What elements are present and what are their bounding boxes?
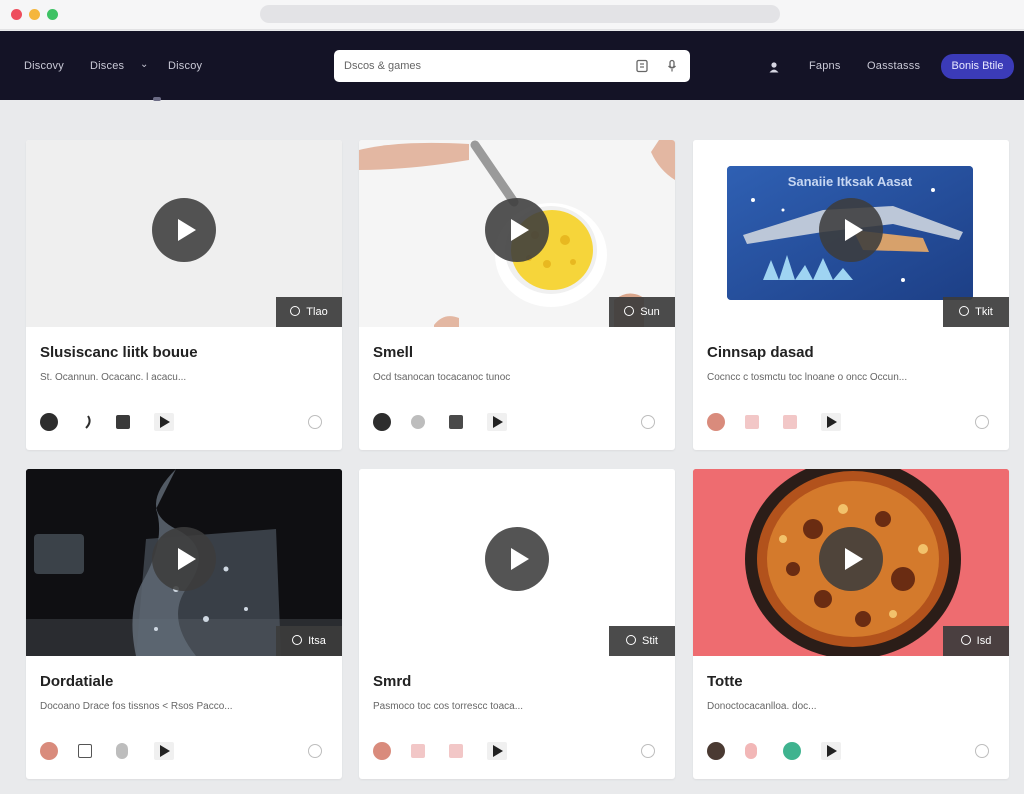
more-options-icon[interactable]	[308, 744, 322, 758]
clock-icon	[624, 306, 635, 316]
badge-label: Isd	[976, 635, 992, 647]
active-nav-indicator	[153, 97, 161, 101]
nav-link-discover[interactable]: Discovy	[24, 60, 64, 72]
nav-link-fapns[interactable]: Fapns	[809, 60, 841, 72]
avatar-icon[interactable]	[40, 742, 58, 760]
badge-label: Tkit	[975, 306, 993, 318]
card-description: Cocncc c tosmctu toc lnoane o oncc Occun…	[707, 372, 908, 383]
more-options-icon[interactable]	[975, 415, 989, 429]
clock-icon	[960, 635, 971, 645]
card-description: Donoctocacanlloa. doc...	[707, 701, 817, 712]
play-small-icon[interactable]	[487, 413, 507, 431]
stop-icon[interactable]	[116, 415, 130, 429]
card-actions	[373, 742, 663, 760]
avatar-icon[interactable]	[373, 413, 391, 431]
play-small-icon[interactable]	[487, 742, 507, 760]
caption-icon[interactable]	[411, 744, 425, 758]
cta-button[interactable]: Bonis Btile	[941, 54, 1014, 79]
subtitle-icon[interactable]	[78, 744, 92, 758]
maximize-window-dot[interactable]	[47, 9, 58, 20]
share-icon[interactable]	[783, 415, 797, 429]
play-button[interactable]	[485, 527, 549, 591]
audio-icon[interactable]	[78, 413, 96, 431]
video-card[interactable]: Stit Smrd Pasmoco toc cos torrescc toaca…	[359, 469, 675, 779]
avatar-icon[interactable]	[40, 413, 58, 431]
play-button[interactable]	[152, 198, 216, 262]
nav-link-devices[interactable]: Disces	[90, 60, 124, 72]
record-icon[interactable]	[745, 743, 757, 759]
video-card[interactable]: Tlao Slusiscanc liitk bouue St. Ocannun.…	[26, 140, 342, 450]
record-icon[interactable]	[411, 415, 425, 429]
duration-badge: Sun	[609, 297, 675, 327]
duration-badge: Itsa	[276, 626, 342, 656]
card-description: St. Ocannun. Ocacanc. l acacu...	[40, 372, 187, 383]
camera-icon[interactable]	[821, 742, 841, 760]
filter-icon[interactable]	[635, 59, 649, 73]
microphone-icon[interactable]	[665, 59, 679, 73]
badge-label: Itsa	[308, 635, 326, 647]
card-description: Ocd tsanocan tocacanoc tunoc	[373, 372, 511, 383]
badge-label: Sun	[640, 306, 660, 318]
video-card[interactable]: Isd Totte Donoctocacanlloa. doc...	[693, 469, 1009, 779]
address-bar[interactable]	[260, 5, 780, 23]
avatar-icon[interactable]	[707, 742, 725, 760]
card-title[interactable]: Totte	[707, 673, 743, 690]
card-title[interactable]: Cinnsap dasad	[707, 344, 814, 361]
chevron-down-icon[interactable]: ⌄	[140, 59, 148, 70]
card-title[interactable]: Smrd	[373, 673, 411, 690]
video-card[interactable]: Itsa Dordatiale Docoano Drace fos tissno…	[26, 469, 342, 779]
minimize-window-dot[interactable]	[29, 9, 40, 20]
caption-icon[interactable]	[745, 415, 759, 429]
clock-icon	[292, 635, 303, 645]
play-small-icon[interactable]	[154, 413, 174, 431]
card-description: Pasmoco toc cos torrescc toaca...	[373, 701, 524, 712]
play-button[interactable]	[819, 198, 883, 262]
duration-badge: Stit	[609, 626, 675, 656]
more-options-icon[interactable]	[641, 744, 655, 758]
browser-titlebar	[0, 0, 1024, 30]
record-icon[interactable]	[116, 743, 128, 759]
nav-link-oasstasss[interactable]: Oasstasss	[867, 60, 920, 72]
video-card[interactable]: Sun Smell Ocd tsanocan tocacanoc tunoc	[359, 140, 675, 450]
play-small-icon[interactable]	[154, 742, 174, 760]
card-actions	[373, 413, 663, 431]
avatar-icon[interactable]	[373, 742, 391, 760]
play-button[interactable]	[819, 527, 883, 591]
card-title[interactable]: Slusiscanc liitk bouue	[40, 344, 198, 361]
play-button[interactable]	[485, 198, 549, 262]
duration-badge: Tkit	[943, 297, 1009, 327]
search-bar	[334, 50, 690, 82]
more-options-icon[interactable]	[641, 415, 655, 429]
card-title[interactable]: Smell	[373, 344, 413, 361]
play-small-icon[interactable]	[821, 413, 841, 431]
status-icon[interactable]	[783, 742, 801, 760]
share-icon[interactable]	[449, 744, 463, 758]
badge-label: Tlao	[306, 306, 328, 318]
duration-badge: Isd	[943, 626, 1009, 656]
top-nav: Discovy Disces ⌄ Discoy Fapns Oasstasss …	[0, 31, 1024, 101]
nav-link-discovery[interactable]: Discoy	[168, 60, 202, 72]
video-card[interactable]: Sanaiie Itksak Aasat Tkit Cinnsap dasad …	[693, 140, 1009, 450]
card-description: Docoano Drace fos tissnos < Rsos Pacco..…	[40, 701, 233, 712]
card-actions	[707, 742, 997, 760]
card-actions	[707, 413, 997, 431]
stop-icon[interactable]	[449, 415, 463, 429]
card-actions	[40, 742, 330, 760]
clock-icon	[290, 306, 301, 316]
more-options-icon[interactable]	[975, 744, 989, 758]
user-icon[interactable]	[768, 60, 780, 73]
avatar-icon[interactable]	[707, 413, 725, 431]
play-button[interactable]	[152, 527, 216, 591]
card-title[interactable]: Dordatiale	[40, 673, 113, 690]
thumbnail-caption: Sanaiie Itksak Aasat	[788, 174, 913, 189]
badge-label: Stit	[642, 635, 658, 647]
duration-badge: Tlao	[276, 297, 342, 327]
card-actions	[40, 413, 330, 431]
clock-icon	[959, 306, 970, 316]
clock-icon	[626, 635, 637, 645]
more-options-icon[interactable]	[308, 415, 322, 429]
close-window-dot[interactable]	[11, 9, 22, 20]
search-input[interactable]	[344, 50, 624, 82]
